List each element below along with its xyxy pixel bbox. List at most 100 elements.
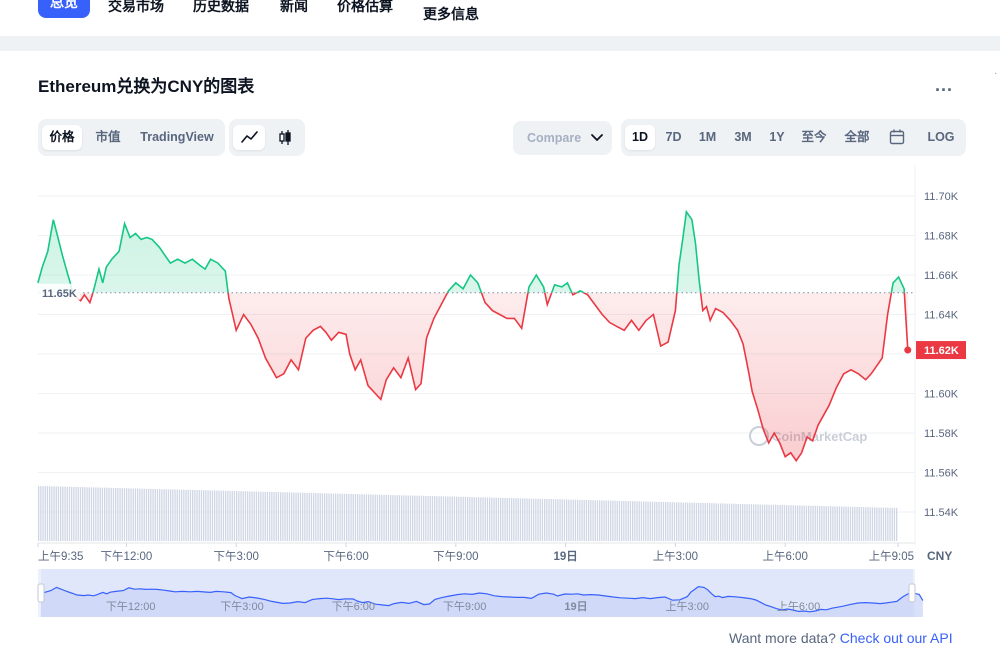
volume-bar (330, 493, 332, 541)
volume-bar (156, 489, 159, 541)
volume-bar (596, 500, 599, 541)
volume-bar (517, 498, 519, 541)
volume-bar (691, 502, 693, 541)
volume-bar (97, 487, 99, 541)
navigator-tick-label: 下午6:00 (332, 600, 375, 613)
volume-bar (896, 507, 898, 541)
volume-bar (658, 501, 660, 541)
volume-bar (599, 500, 601, 541)
volume-bar (376, 494, 379, 541)
volume-bar (865, 507, 867, 541)
volume-bar (174, 489, 176, 541)
volume-bar (238, 491, 240, 541)
volume-bar (574, 499, 577, 541)
volume-bar (339, 493, 341, 541)
volume-bar (53, 486, 55, 541)
volume-bar (409, 495, 412, 541)
volume-bar (825, 506, 827, 541)
volume-bar (781, 505, 783, 541)
volume-bar (484, 497, 486, 541)
volume-bar (106, 487, 108, 541)
volume-bar (880, 507, 882, 541)
range-navigator[interactable]: 下午12:00 下午3:00 下午6:00 下午9:00 19日 上午3:00 上午6:00 (37, 569, 924, 617)
area-fill-down (37, 292, 908, 461)
volume-bar (398, 495, 401, 541)
volume-bar (750, 504, 753, 541)
volume-bar (90, 487, 93, 541)
volume-bar (849, 506, 852, 541)
navigator-tick-label: 上午3:00 (666, 600, 709, 613)
volume-bar (757, 504, 759, 541)
volume-bar (636, 501, 638, 541)
volume-bar (68, 486, 71, 541)
volume-bar (563, 499, 566, 541)
volume-bar (495, 497, 497, 541)
volume-bar (737, 503, 739, 541)
volume-bar (453, 496, 456, 541)
volume-bar (403, 495, 405, 541)
volume-bar (634, 501, 636, 541)
volume-bar (462, 496, 464, 541)
volume-bar (761, 504, 764, 541)
volume-bar (38, 486, 40, 541)
volume-bar (381, 494, 383, 541)
volume-bar (687, 502, 689, 541)
volume-bars (38, 486, 898, 541)
volume-bar (832, 506, 834, 541)
last-price-dot (904, 346, 912, 354)
price-chart: CoinMarketCap 11.65K 11.70K11.68K11.66K1… (37, 165, 966, 617)
volume-bar (137, 488, 139, 541)
y-tick-label: 11.70K (924, 191, 959, 203)
volume-bar (733, 503, 735, 541)
volume-bar (530, 498, 533, 541)
volume-bar (139, 488, 141, 541)
volume-bar (251, 491, 253, 541)
volume-bar (427, 495, 429, 541)
volume-bar (112, 487, 115, 541)
navigator-handle-left[interactable] (37, 583, 45, 603)
volume-bar (350, 493, 352, 541)
volume-bar (449, 496, 451, 541)
volume-bar (559, 499, 561, 541)
volume-bar (504, 497, 506, 541)
volume-bar (370, 494, 372, 541)
volume-bar (390, 495, 392, 541)
volume-bar (706, 503, 709, 541)
volume-bar (770, 504, 772, 541)
api-link[interactable]: Check out our API (840, 630, 953, 646)
volume-bar (524, 498, 526, 541)
api-promo-text: Want more data? (729, 630, 836, 646)
volume-bar (451, 496, 453, 541)
volume-bar (77, 487, 79, 541)
volume-bar (854, 506, 856, 541)
volume-bar (236, 491, 238, 541)
volume-bar (678, 502, 680, 541)
volume-bar (442, 496, 445, 541)
volume-bar (680, 502, 682, 541)
volume-bar (198, 490, 200, 541)
volume-bar (423, 495, 425, 541)
volume-bar (570, 499, 572, 541)
navigator-tick-label: 下午12:00 (106, 600, 156, 613)
volume-bar (176, 489, 178, 541)
volume-bar (379, 494, 381, 541)
volume-bar (876, 507, 878, 541)
volume-bar (471, 497, 473, 541)
volume-bar (836, 506, 838, 541)
volume-bar (601, 500, 603, 541)
volume-bar (572, 499, 574, 541)
navigator-handle-right[interactable] (908, 583, 916, 603)
volume-bar (352, 494, 354, 541)
volume-bar (610, 500, 612, 541)
volume-bar (42, 486, 44, 541)
volume-bar (528, 498, 530, 541)
volume-bar (121, 488, 123, 541)
volume-bar (264, 491, 266, 541)
volume-bar (539, 498, 541, 541)
volume-bar (467, 496, 469, 541)
volume-bar (119, 488, 121, 541)
volume-bar (71, 486, 73, 541)
volume-bar (143, 488, 145, 541)
volume-bar (689, 502, 691, 541)
volume-bar (493, 497, 495, 541)
